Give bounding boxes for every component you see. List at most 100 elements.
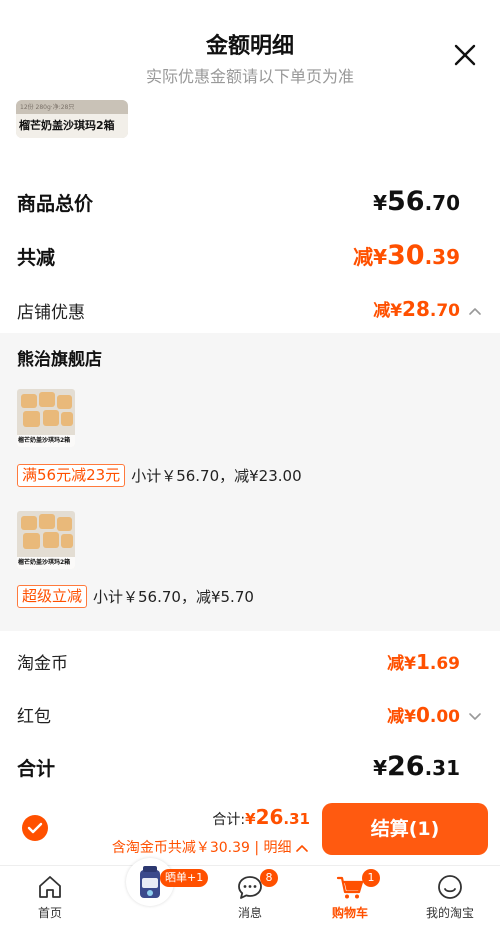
savings-detail-link[interactable]: 含淘金币共减￥30.39 | 明细 — [112, 837, 308, 857]
top-product-thumbnail: 12份 280g·净:28只 榴芒奶盖沙琪玛2箱 — [16, 100, 128, 138]
tab-label: 购物车 — [331, 906, 368, 920]
promo-tag: 满56元减23元 — [17, 463, 126, 487]
price-decimal: .31 — [283, 810, 310, 828]
price-decimal: .70 — [429, 301, 460, 321]
bottom-total-label: 合计: — [212, 812, 246, 828]
taojinbi-label: 淘金币 — [17, 654, 68, 674]
shop-discount-label: 店铺优惠 — [17, 303, 85, 323]
cart-icon — [336, 876, 364, 899]
hongbao-row[interactable]: 红包 减¥0.00 — [0, 701, 500, 731]
image-shape — [21, 394, 37, 408]
total-discount-row: 共减 减¥30.39 — [0, 240, 500, 276]
discount-prefix: 减 — [373, 301, 391, 321]
image-shape — [57, 517, 72, 531]
savings-detail-text: 含淘金币共减￥30.39 | 明细 — [111, 840, 292, 856]
discount-prefix: 减 — [353, 245, 374, 269]
price-integer: 26 — [255, 805, 284, 829]
price-decimal: .39 — [424, 245, 460, 269]
goods-total-value: ¥56.70 — [373, 186, 460, 217]
tab-label: 消息 — [237, 906, 262, 920]
shop-discount-row[interactable]: 店铺优惠 减¥28.70 — [0, 296, 500, 326]
image-shape — [43, 410, 59, 426]
chevron-up-icon[interactable] — [468, 304, 482, 318]
promo-line: 超级立减 小计￥56.70，减¥5.70 — [17, 584, 254, 608]
total-label: 合计 — [17, 758, 56, 780]
shop-name: 熊治旗舰店 — [17, 350, 102, 370]
profile-icon — [438, 875, 462, 899]
tab-label: 我的淘宝 — [425, 906, 474, 920]
image-shape — [61, 534, 73, 548]
price-decimal: .69 — [429, 654, 460, 674]
thumbnail-caption: 榴芒奶盖沙琪玛2箱 — [16, 114, 128, 138]
discount-prefix: 减 — [387, 654, 405, 674]
tab-cart[interactable]: 1 购物车 — [300, 866, 400, 925]
currency-symbol: ¥ — [373, 191, 387, 215]
taojinbi-row: 淘金币 减¥1.69 — [0, 648, 500, 678]
price-detail-sheet: 金额明细 实际优惠金额请以下单页为准 12份 280g·净:28只 榴芒奶盖沙琪… — [0, 0, 500, 925]
image-shape — [23, 411, 40, 427]
total-discount-value: 减¥30.39 — [353, 240, 460, 271]
total-discount-label: 共减 — [17, 247, 56, 269]
currency-symbol: ¥ — [373, 756, 387, 780]
close-icon[interactable] — [450, 40, 480, 70]
image-shape — [57, 395, 72, 409]
sheet-subtitle: 实际优惠金额请以下单页为准 — [145, 67, 354, 86]
promo-tag: 超级立减 — [17, 584, 88, 608]
image-shape — [61, 412, 73, 426]
home-icon — [39, 876, 61, 898]
discount-prefix: 减 — [387, 707, 405, 727]
cart-count-badge: 1 — [362, 869, 380, 887]
goods-total-row: 商品总价 ¥56.70 — [0, 186, 500, 222]
tab-messages[interactable]: 8 消息 — [200, 866, 300, 925]
price-integer: 56 — [386, 186, 425, 217]
select-all-checkbox[interactable] — [22, 815, 48, 841]
currency-symbol: ¥ — [373, 245, 387, 269]
image-shape — [23, 533, 40, 549]
total-value: ¥26.31 — [373, 751, 460, 782]
checkmark-icon — [27, 822, 43, 834]
currency-symbol: ¥ — [404, 707, 416, 727]
promo-detail: 小计￥56.70，减¥5.70 — [93, 587, 254, 606]
bottom-total: 合计:¥26.31 — [212, 805, 310, 829]
image-shape — [39, 514, 55, 529]
checkout-bar: 合计:¥26.31 含淘金币共减￥30.39 | 明细 结算(1) — [0, 795, 500, 863]
sheet-header: 金额明细 实际优惠金额请以下单页为准 — [0, 0, 500, 95]
tab-home[interactable]: 首页 — [0, 866, 100, 925]
image-shape — [21, 516, 37, 530]
price-decimal: .00 — [429, 707, 460, 727]
shop-discount-value: 减¥28.70 — [373, 296, 460, 321]
shop-discount-panel: 熊治旗舰店 榴芒奶盖沙琪玛2箱 满56元减23元 小计￥56.70，减¥23.0… — [0, 333, 500, 631]
image-shape — [39, 392, 55, 407]
hongbao-value: 减¥0.00 — [387, 702, 460, 727]
tab-bar: 首页 晒单+1 8 消息 1 购物车 我的淘宝 — [0, 858, 500, 925]
thumbnail-band-text: 12份 280g·净:28只 — [20, 104, 75, 111]
image-shape — [43, 532, 59, 548]
price-integer: 28 — [402, 297, 430, 321]
chevron-up-icon — [296, 845, 308, 852]
product-image[interactable]: 榴芒奶盖沙琪玛2箱 — [17, 389, 75, 447]
sheet-title: 金额明细 — [205, 34, 294, 59]
price-integer: 1 — [415, 650, 430, 674]
chevron-down-icon[interactable] — [468, 710, 482, 724]
tab-my-taobao[interactable]: 我的淘宝 — [400, 866, 500, 925]
message-count-badge: 8 — [260, 869, 278, 887]
price-integer: 26 — [386, 751, 425, 782]
price-decimal: .70 — [424, 191, 460, 215]
currency-symbol: ¥ — [245, 810, 256, 828]
promo-line: 满56元减23元 小计￥56.70，减¥23.00 — [17, 463, 302, 487]
product-image-caption: 榴芒奶盖沙琪玛2箱 — [17, 557, 75, 569]
total-row: 合计 ¥26.31 — [0, 751, 500, 787]
taojinbi-value: 减¥1.69 — [387, 649, 460, 674]
product-image-caption: 榴芒奶盖沙琪玛2箱 — [17, 435, 75, 447]
price-decimal: .31 — [424, 756, 460, 780]
tab-label: 首页 — [37, 906, 62, 920]
price-integer: 30 — [386, 240, 425, 271]
product-image[interactable]: 榴芒奶盖沙琪玛2箱 — [17, 511, 75, 569]
currency-symbol: ¥ — [404, 654, 416, 674]
hongbao-label: 红包 — [17, 707, 51, 727]
goods-total-label: 商品总价 — [17, 193, 94, 215]
price-integer: 0 — [415, 703, 430, 727]
currency-symbol: ¥ — [390, 301, 403, 321]
promo-detail: 小计￥56.70，减¥23.00 — [131, 466, 302, 485]
checkout-button[interactable]: 结算(1) — [322, 803, 488, 855]
